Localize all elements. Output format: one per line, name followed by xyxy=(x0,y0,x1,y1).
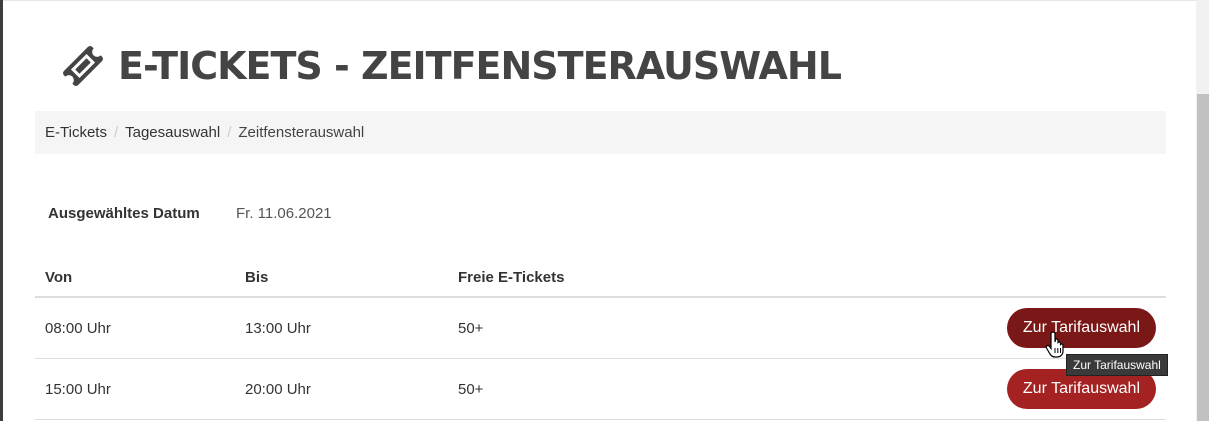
table-header: Von Bis Freie E-Tickets xyxy=(35,258,1166,298)
page-title-text: E-TICKETS - ZEITFENSTERAUSWAHL xyxy=(118,44,842,88)
window-top-border xyxy=(0,0,1209,1)
ticket-icon xyxy=(63,46,103,86)
breadcrumb-separator: / xyxy=(113,124,119,141)
column-header-bis: Bis xyxy=(245,268,269,286)
slot-start: 08:00 Uhr xyxy=(45,319,111,337)
window-left-border xyxy=(0,0,3,421)
selected-date: Ausgewähltes Datum Fr. 11.06.2021 xyxy=(48,205,332,222)
tarifauswahl-button[interactable]: Zur Tarifauswahl xyxy=(1006,308,1156,348)
column-header-freie-e-tickets: Freie E-Tickets xyxy=(458,268,565,286)
breadcrumb-e-tickets[interactable]: E-Tickets xyxy=(45,124,107,141)
breadcrumb-separator: / xyxy=(227,124,232,141)
tooltip: Zur Tarifauswahl xyxy=(1066,354,1168,376)
time-slot-table: Von Bis Freie E-Tickets 08:00 Uhr 13:00 … xyxy=(35,258,1166,420)
table-row: 08:00 Uhr 13:00 Uhr 50+ Zur Tarifauswahl xyxy=(35,298,1166,359)
scrollbar-thumb[interactable] xyxy=(1197,94,1209,421)
slot-end: 20:00 Uhr xyxy=(245,380,311,398)
hand-pointer-icon xyxy=(1045,331,1064,358)
slot-free-tickets: 50+ xyxy=(458,380,484,398)
breadcrumb-zeitfensterauswahl: Zeitfensterauswahl xyxy=(238,124,365,141)
selected-date-value: Fr. 11.06.2021 xyxy=(236,205,332,222)
table-row: 15:00 Uhr 20:00 Uhr 50+ Zur Tarifauswahl xyxy=(35,359,1166,420)
page-title: E-TICKETS - ZEITFENSTERAUSWAHL xyxy=(60,38,842,94)
column-header-von: Von xyxy=(45,268,73,286)
slot-free-tickets: 50+ xyxy=(458,319,484,337)
slot-end: 13:00 Uhr xyxy=(245,319,311,337)
selected-date-label: Ausgewähltes Datum xyxy=(48,205,200,222)
breadcrumb-tagesauswahl[interactable]: Tagesauswahl xyxy=(125,124,220,141)
slot-start: 15:00 Uhr xyxy=(45,380,111,398)
breadcrumb: E-Tickets / Tagesauswahl / Zeitfensterau… xyxy=(35,111,1166,154)
